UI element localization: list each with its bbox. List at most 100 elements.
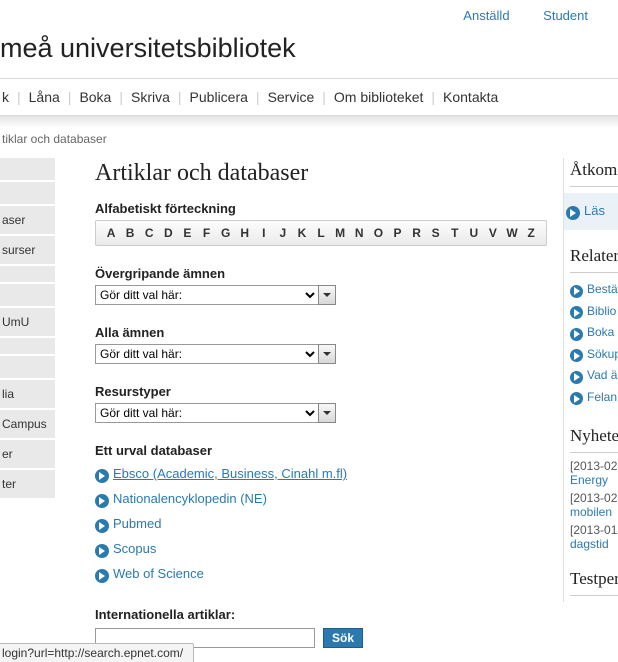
news-date: [2013-02: [570, 491, 618, 505]
sidebar-spacer: [0, 338, 55, 356]
news-link[interactable]: Energy: [570, 473, 608, 487]
db-link[interactable]: Nationalencyklopedin (NE): [113, 491, 267, 506]
play-icon: [570, 349, 583, 362]
alpha-C[interactable]: C: [140, 226, 158, 240]
toplink-student[interactable]: Student: [543, 8, 588, 23]
nav-om biblioteket[interactable]: Om biblioteket: [334, 89, 423, 105]
news-title: mobilen: [570, 505, 618, 523]
db-link[interactable]: Web of Science: [113, 566, 204, 581]
alpha-D[interactable]: D: [159, 226, 177, 240]
related-link[interactable]: Felan: [587, 390, 617, 404]
relaterade-heading: Relaterade: [570, 244, 618, 273]
alpha-U[interactable]: U: [465, 226, 483, 240]
alpha-list: ABCDEFGHIJKLMNOPRSTUVWZ: [95, 220, 547, 246]
related-link-row: Bestä: [570, 279, 618, 301]
news-title: Energy: [570, 473, 618, 491]
related-link[interactable]: Biblio: [587, 304, 616, 318]
alpha-W[interactable]: W: [503, 226, 521, 240]
overgripande-label: Övergripande ämnen: [95, 266, 547, 281]
alpha-L[interactable]: L: [312, 226, 330, 240]
sidebar-item[interactable]: Campus: [0, 410, 55, 440]
db-link[interactable]: Scopus: [113, 541, 156, 556]
alpha-M[interactable]: M: [331, 226, 349, 240]
alpha-A[interactable]: A: [102, 226, 120, 240]
dropdown-arrow-icon[interactable]: [318, 285, 336, 305]
dropdown-arrow-icon[interactable]: [318, 403, 336, 423]
db-link[interactable]: Ebsco (Academic, Business, Cinahl m.fl): [113, 466, 347, 481]
sidebar-spacer: [0, 266, 55, 284]
related-link-row: Biblio: [570, 301, 618, 323]
las-link[interactable]: Läs: [584, 203, 605, 218]
alpha-V[interactable]: V: [484, 226, 502, 240]
nav-kontakta[interactable]: Kontakta: [443, 89, 498, 105]
nav-skriva[interactable]: Skriva: [131, 89, 170, 105]
play-icon: [95, 469, 109, 483]
nav-service[interactable]: Service: [268, 89, 315, 105]
related-link[interactable]: Vad ä: [587, 368, 617, 382]
alpha-E[interactable]: E: [178, 226, 196, 240]
alpha-P[interactable]: P: [388, 226, 406, 240]
sidebar-item[interactable]: surser: [0, 236, 55, 266]
related-link[interactable]: Bestä: [587, 282, 618, 296]
atkomst-heading: Åtkomst: [570, 158, 618, 187]
search-button[interactable]: Sök: [323, 628, 363, 648]
alpha-I[interactable]: I: [255, 226, 273, 240]
nav-boka[interactable]: Boka: [79, 89, 111, 105]
sidebar-item[interactable]: aser: [0, 206, 55, 236]
toplink-staff[interactable]: Anställd: [463, 8, 509, 23]
sidebar-item[interactable]: UmU: [0, 308, 55, 338]
resurstyper-label: Resurstyper: [95, 384, 547, 399]
db-item: Ebsco (Academic, Business, Cinahl m.fl): [95, 462, 547, 487]
overgripande-select[interactable]: Gör ditt val här:: [95, 285, 319, 305]
play-icon: [570, 285, 583, 298]
left-sidebar: asersurser UmU liaCampuserter: [0, 158, 55, 500]
news-title: dagstid: [570, 537, 618, 555]
nyheter-heading: Nyheter: [570, 424, 618, 453]
sidebar-spacer: [0, 284, 55, 308]
alpha-S[interactable]: S: [427, 226, 445, 240]
news-date: [2013-01: [570, 523, 618, 537]
nav-k[interactable]: k: [2, 89, 9, 105]
related-link-row: Felan: [570, 387, 618, 409]
alpha-B[interactable]: B: [121, 226, 139, 240]
alpha-Z[interactable]: Z: [522, 226, 540, 240]
alpha-O[interactable]: O: [369, 226, 387, 240]
related-link-row: Sökup: [570, 344, 618, 366]
alpha-G[interactable]: G: [217, 226, 235, 240]
alla-select[interactable]: Gör ditt val här:: [95, 344, 319, 364]
alpha-R[interactable]: R: [408, 226, 426, 240]
alpha-K[interactable]: K: [293, 226, 311, 240]
related-link[interactable]: Boka: [587, 325, 614, 339]
db-item: Web of Science: [95, 562, 547, 587]
sidebar-item[interactable]: lia: [0, 380, 55, 410]
related-link-row: Vad ä: [570, 365, 618, 387]
status-bar: login?url=http://search.epnet.com/: [0, 643, 194, 662]
sidebar-item[interactable]: ter: [0, 470, 55, 500]
nav-låna[interactable]: Låna: [29, 89, 60, 105]
sidebar-spacer: [0, 182, 55, 206]
dropdown-arrow-icon[interactable]: [318, 344, 336, 364]
nav-publicera[interactable]: Publicera: [190, 89, 248, 105]
related-link[interactable]: Sökup: [587, 347, 618, 361]
news-date: [2013-02: [570, 459, 618, 473]
alpha-J[interactable]: J: [274, 226, 292, 240]
alpha-N[interactable]: N: [350, 226, 368, 240]
right-sidebar: Åtkomst Läs Relaterade Bestä Biblio Boka Sö…: [563, 158, 618, 602]
main-nav: k|Låna|Boka|Skriva|Publicera|Service|Om …: [0, 78, 618, 116]
alpha-F[interactable]: F: [197, 226, 215, 240]
sidebar-spacer: [0, 158, 55, 182]
alpha-T[interactable]: T: [446, 226, 464, 240]
db-link[interactable]: Pubmed: [113, 516, 161, 531]
sidebar-item[interactable]: er: [0, 440, 55, 470]
news-link[interactable]: dagstid: [570, 537, 609, 551]
resurstyper-select[interactable]: Gör ditt val här:: [95, 403, 319, 423]
play-icon: [570, 306, 583, 319]
alpha-heading: Alfabetiskt förteckning: [95, 201, 547, 216]
play-icon: [570, 392, 583, 405]
play-icon: [95, 519, 109, 533]
urval-heading: Ett urval databaser: [95, 443, 547, 458]
related-link-row: Boka: [570, 322, 618, 344]
news-link[interactable]: mobilen: [570, 505, 612, 519]
alla-label: Alla ämnen: [95, 325, 547, 340]
alpha-H[interactable]: H: [236, 226, 254, 240]
